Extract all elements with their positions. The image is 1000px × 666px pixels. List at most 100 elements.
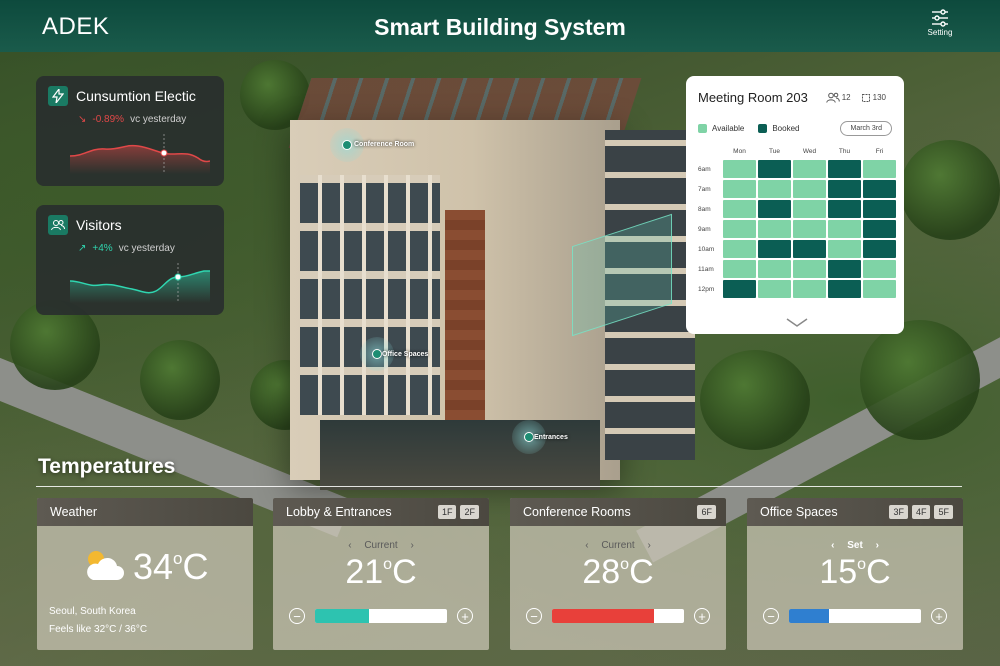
chevron-right-icon[interactable]: › bbox=[647, 540, 650, 551]
booked-slot[interactable] bbox=[828, 280, 861, 298]
time-label: 8am bbox=[698, 205, 711, 213]
time-label: 9am bbox=[698, 225, 711, 233]
settings-sliders-icon bbox=[932, 9, 948, 27]
booked-slot[interactable] bbox=[863, 200, 896, 218]
chevron-left-icon[interactable]: ‹ bbox=[831, 540, 834, 551]
booked-slot[interactable] bbox=[793, 240, 826, 258]
booked-slot[interactable] bbox=[828, 260, 861, 278]
booked-slot[interactable] bbox=[758, 240, 791, 258]
visitors-change: +4% bbox=[92, 243, 113, 254]
available-slot[interactable] bbox=[758, 260, 791, 278]
available-slot[interactable] bbox=[793, 280, 826, 298]
day-header: Mon bbox=[733, 148, 746, 155]
conference-temperature: 28oC bbox=[582, 553, 654, 591]
decrease-button[interactable]: − bbox=[526, 608, 542, 624]
office-temp-fill bbox=[789, 609, 829, 623]
hotspot-label-conference-room: Conference Room bbox=[354, 141, 415, 148]
booked-slot[interactable] bbox=[723, 280, 756, 298]
lightning-icon bbox=[48, 86, 68, 106]
floor-tag-4f[interactable]: 4F bbox=[911, 505, 931, 519]
booked-slot[interactable] bbox=[758, 160, 791, 178]
area-value: 130 bbox=[872, 93, 886, 102]
time-label: 12pm bbox=[698, 285, 715, 293]
chevron-right-icon[interactable]: › bbox=[876, 540, 879, 551]
available-slot[interactable] bbox=[758, 180, 791, 198]
floor-tag-5f[interactable]: 5F bbox=[934, 505, 953, 519]
available-slot[interactable] bbox=[863, 280, 896, 298]
weather-title: Weather bbox=[50, 505, 98, 519]
weather-card: Weather 34oC Seoul, South Korea Feels li… bbox=[37, 498, 253, 650]
lobby-temp-slider[interactable] bbox=[315, 609, 447, 623]
available-slot[interactable] bbox=[828, 240, 861, 258]
increase-button[interactable]: + bbox=[931, 608, 947, 624]
available-swatch bbox=[698, 124, 707, 133]
available-slot[interactable] bbox=[723, 160, 756, 178]
consumption-title: Cunsumtion Electic bbox=[76, 88, 196, 104]
divider bbox=[36, 486, 962, 487]
users-icon bbox=[48, 215, 68, 235]
weather-temperature: 34oC bbox=[133, 546, 209, 587]
lobby-mode: Current bbox=[364, 540, 398, 551]
available-slot[interactable] bbox=[793, 160, 826, 178]
booked-slot[interactable] bbox=[863, 240, 896, 258]
lobby-title: Lobby & Entrances bbox=[286, 505, 392, 519]
available-slot[interactable] bbox=[793, 220, 826, 238]
conference-temp-card: Conference Rooms 6F ‹ Current › 28oC − + bbox=[510, 498, 726, 650]
conference-temp-slider[interactable] bbox=[552, 609, 684, 623]
available-slot[interactable] bbox=[723, 180, 756, 198]
calendar-day-headers: Mon Tue Wed Thu Fri bbox=[698, 148, 892, 155]
conference-mode: Current bbox=[601, 540, 635, 551]
office-temp-slider[interactable] bbox=[789, 609, 921, 623]
chevron-left-icon[interactable]: ‹ bbox=[585, 540, 588, 551]
visitors-card[interactable]: Visitors ↗ +4% vc yesterday bbox=[36, 205, 224, 315]
available-slot[interactable] bbox=[723, 200, 756, 218]
time-label: 11am bbox=[698, 265, 714, 273]
people-icon bbox=[825, 92, 840, 103]
floor-tag-6f[interactable]: 6F bbox=[697, 505, 716, 519]
decrease-button[interactable]: − bbox=[289, 608, 305, 624]
feels-like: Feels like 32°C / 36°C bbox=[49, 624, 148, 635]
conference-temp-fill bbox=[552, 609, 654, 623]
booked-slot[interactable] bbox=[828, 160, 861, 178]
available-slot[interactable] bbox=[793, 200, 826, 218]
available-slot[interactable] bbox=[793, 180, 826, 198]
available-slot[interactable] bbox=[863, 260, 896, 278]
increase-button[interactable]: + bbox=[694, 608, 710, 624]
booked-slot[interactable] bbox=[863, 180, 896, 198]
conference-title: Conference Rooms bbox=[523, 505, 631, 519]
booked-slot[interactable] bbox=[863, 220, 896, 238]
calendar-corner bbox=[698, 148, 722, 155]
booked-slot[interactable] bbox=[828, 200, 861, 218]
available-slot[interactable] bbox=[758, 280, 791, 298]
available-slot[interactable] bbox=[793, 260, 826, 278]
available-slot[interactable] bbox=[758, 220, 791, 238]
floor-tag-3f[interactable]: 3F bbox=[889, 505, 908, 519]
consumption-change: -0.89% bbox=[92, 114, 125, 125]
settings-button[interactable]: Setting bbox=[920, 9, 960, 37]
floor-tag-1f[interactable]: 1F bbox=[437, 505, 457, 519]
decrease-button[interactable]: − bbox=[763, 608, 779, 624]
visitors-compare: vc yesterday bbox=[118, 243, 175, 254]
chevron-left-icon[interactable]: ‹ bbox=[348, 540, 351, 551]
booked-slot[interactable] bbox=[758, 200, 791, 218]
capacity-stat: 12 bbox=[825, 92, 851, 103]
chevron-down-icon[interactable] bbox=[786, 318, 808, 328]
floor-tag-2f[interactable]: 2F bbox=[460, 505, 479, 519]
consumption-sparkline bbox=[70, 134, 210, 174]
chevron-right-icon[interactable]: › bbox=[410, 540, 413, 551]
available-slot[interactable] bbox=[828, 220, 861, 238]
available-slot[interactable] bbox=[723, 220, 756, 238]
visitors-title: Visitors bbox=[76, 217, 122, 233]
consumption-card[interactable]: Cunsumtion Electic ↘ -0.89% vc yesterday bbox=[36, 76, 224, 186]
legend-booked: Booked bbox=[772, 124, 800, 133]
lobby-temp-card: Lobby & Entrances 1F 2F ‹ Current › 21oC… bbox=[273, 498, 489, 650]
available-slot[interactable] bbox=[723, 240, 756, 258]
available-slot[interactable] bbox=[863, 160, 896, 178]
increase-button[interactable]: + bbox=[457, 608, 473, 624]
available-slot[interactable] bbox=[723, 260, 756, 278]
area-stat: 130 bbox=[861, 93, 886, 103]
date-picker-button[interactable]: March 3rd bbox=[840, 121, 892, 136]
booked-slot[interactable] bbox=[828, 180, 861, 198]
hotspot-label-entrances: Entrances bbox=[534, 434, 568, 441]
time-label: 10am bbox=[698, 245, 715, 253]
